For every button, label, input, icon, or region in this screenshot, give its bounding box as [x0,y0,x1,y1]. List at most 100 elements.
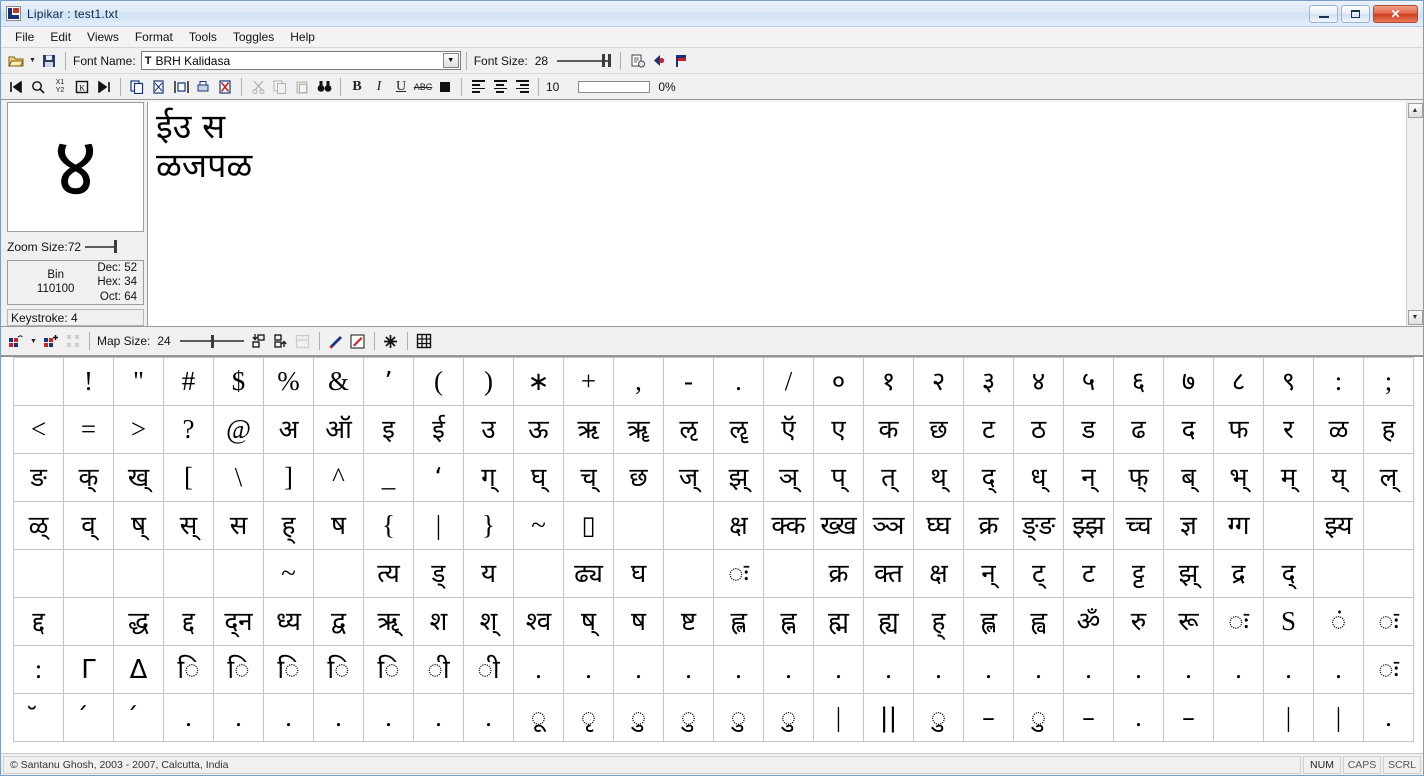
charmap-cell[interactable]: क्त [863,549,914,598]
menu-item-file[interactable]: File [7,28,42,46]
charmap-cell[interactable]: ट्ट [1113,549,1164,598]
charmap-cell[interactable]: ! [63,357,114,406]
charmap-cell[interactable]: Δ [113,645,164,694]
charmap-cell[interactable]: _ [363,453,414,502]
chevron-down-icon[interactable]: ▼ [442,53,459,68]
charmap-cell[interactable]: ग्ग [1213,501,1264,550]
charmap-cell[interactable]: = [63,405,114,454]
charmap-cell[interactable]: . [713,645,764,694]
charmap-cell[interactable] [63,597,114,646]
charmap-cell[interactable]: ह् [913,597,964,646]
charmap-cell[interactable]: . [213,693,264,742]
charmap-cell[interactable]: ट [1063,549,1114,598]
edit-brush-icon[interactable] [347,331,369,352]
charmap-cell[interactable]: . [463,693,514,742]
charmap-cell[interactable]: ‘ [413,453,464,502]
charmap-cell[interactable]: . [713,357,764,406]
magnifier-icon[interactable] [27,76,49,97]
charmap-cell[interactable]: ष [613,597,664,646]
scroll-down-button[interactable]: ▼ [1407,310,1423,325]
charmap-cell[interactable]: त्य [363,549,414,598]
charmap-cell[interactable]: ५ [1063,357,1114,406]
charmap-cell[interactable]: . [413,693,464,742]
charmap-cell[interactable]: घ [613,549,664,598]
charmap-cell[interactable]: छ [913,405,964,454]
charmap-cell[interactable]: ृ [563,693,614,742]
underline-button[interactable]: U [390,76,412,97]
go-first-icon[interactable] [5,76,27,97]
grid-toggle-icon[interactable] [413,331,435,352]
charmap-cell[interactable]: ई [413,405,464,454]
charmap-cell[interactable]: % [263,357,314,406]
charmap-cell[interactable]: ́ [63,693,114,742]
charmap-cell[interactable]: क [863,405,914,454]
charmap-cell[interactable]: ी [413,645,464,694]
charmap-cell[interactable]: क्र [813,549,864,598]
delete-page-icon[interactable] [214,76,236,97]
charmap-cell[interactable] [1363,549,1414,598]
charmap-cell[interactable]: ’ [363,357,414,406]
charmap-cell[interactable]: – [1063,693,1114,742]
italic-button[interactable]: I [368,76,390,97]
charmap-cell[interactable]: . [263,693,314,742]
charmap-cell[interactable]: क् [63,453,114,502]
charmap-cell[interactable] [163,549,214,598]
charmap-cell[interactable]: . [1013,645,1064,694]
charmap-cell[interactable]: . [1313,645,1364,694]
charmap-cell[interactable]: क्ष [913,549,964,598]
charmap-cell[interactable]: | [413,501,464,550]
map-size-slider[interactable] [179,332,244,350]
charmap-cell[interactable]: . [1163,645,1214,694]
charmap-cell[interactable]: . [1063,645,1114,694]
charmap-cell[interactable]: त् [863,453,914,502]
charmap-cell[interactable] [313,549,364,598]
insert-above-icon[interactable] [270,331,292,352]
charmap-cell[interactable]: ञ्ञ [863,501,914,550]
charmap-cell[interactable]: व् [63,501,114,550]
charmap-cell[interactable]: थ् [913,453,964,502]
charmap-cell[interactable]: ▯ [563,501,614,550]
zoom-size-slider[interactable] [85,238,118,256]
charmap-cell[interactable]: क्र [963,501,1014,550]
charmap-cell[interactable]: ~ [263,549,314,598]
charmap-cell[interactable]: . [613,645,664,694]
charmap-cell[interactable]: ॡ [713,405,764,454]
charmap-cell[interactable]: झ्य [1313,501,1364,550]
charmap-cell[interactable]: ळ् [13,501,64,550]
charmap-cell[interactable]: ङ्ङ [1013,501,1064,550]
charmap-cell[interactable]: ४ [1013,357,1064,406]
charmap-cell[interactable]: ट [963,405,1014,454]
charmap-cell[interactable]: Γ [63,645,114,694]
charmap-cell[interactable]: ड् [413,549,464,598]
charmap-cell[interactable]: ी [463,645,514,694]
charmap-cell[interactable]: . [313,693,364,742]
charmap-cell[interactable] [1213,693,1264,742]
charmap-cell[interactable]: ए [813,405,864,454]
charmap-cell[interactable] [663,549,714,598]
charmap-cell[interactable]: ऋ् [363,597,414,646]
charmap-cell[interactable]: . [863,645,914,694]
charmap-cell[interactable]: ऋ [563,405,614,454]
charmap-cell[interactable]: ∗ [513,357,564,406]
charmap-cell[interactable]: ः [1363,645,1414,694]
charmap-cell[interactable]: | [813,693,864,742]
charmap-cell[interactable]: ि [163,645,214,694]
charmap-cell[interactable]: ऍ [763,405,814,454]
print-page-icon[interactable] [192,76,214,97]
charmap-cell[interactable]: म् [1263,453,1314,502]
charmap-cell[interactable]: { [363,501,414,550]
menu-item-tools[interactable]: Tools [181,28,225,46]
charmap-cell[interactable]: . [1113,693,1164,742]
charmap-cell[interactable] [663,501,714,550]
charmap-cell[interactable]: च् [563,453,614,502]
insert-below-icon[interactable] [248,331,270,352]
charmap-cell[interactable]: अ [263,405,314,454]
charmap-cell[interactable]: द्र [1213,549,1264,598]
charmap-cell[interactable]: श् [463,597,514,646]
charmap-cell[interactable]: . [163,693,214,742]
charmap-cell[interactable] [613,501,664,550]
map-scatter-icon[interactable] [62,331,84,352]
charmap-cell[interactable]: द्ध [113,597,164,646]
charmap-cell[interactable]: ॐ [1063,597,1114,646]
charmap-cell[interactable]: . [913,645,964,694]
